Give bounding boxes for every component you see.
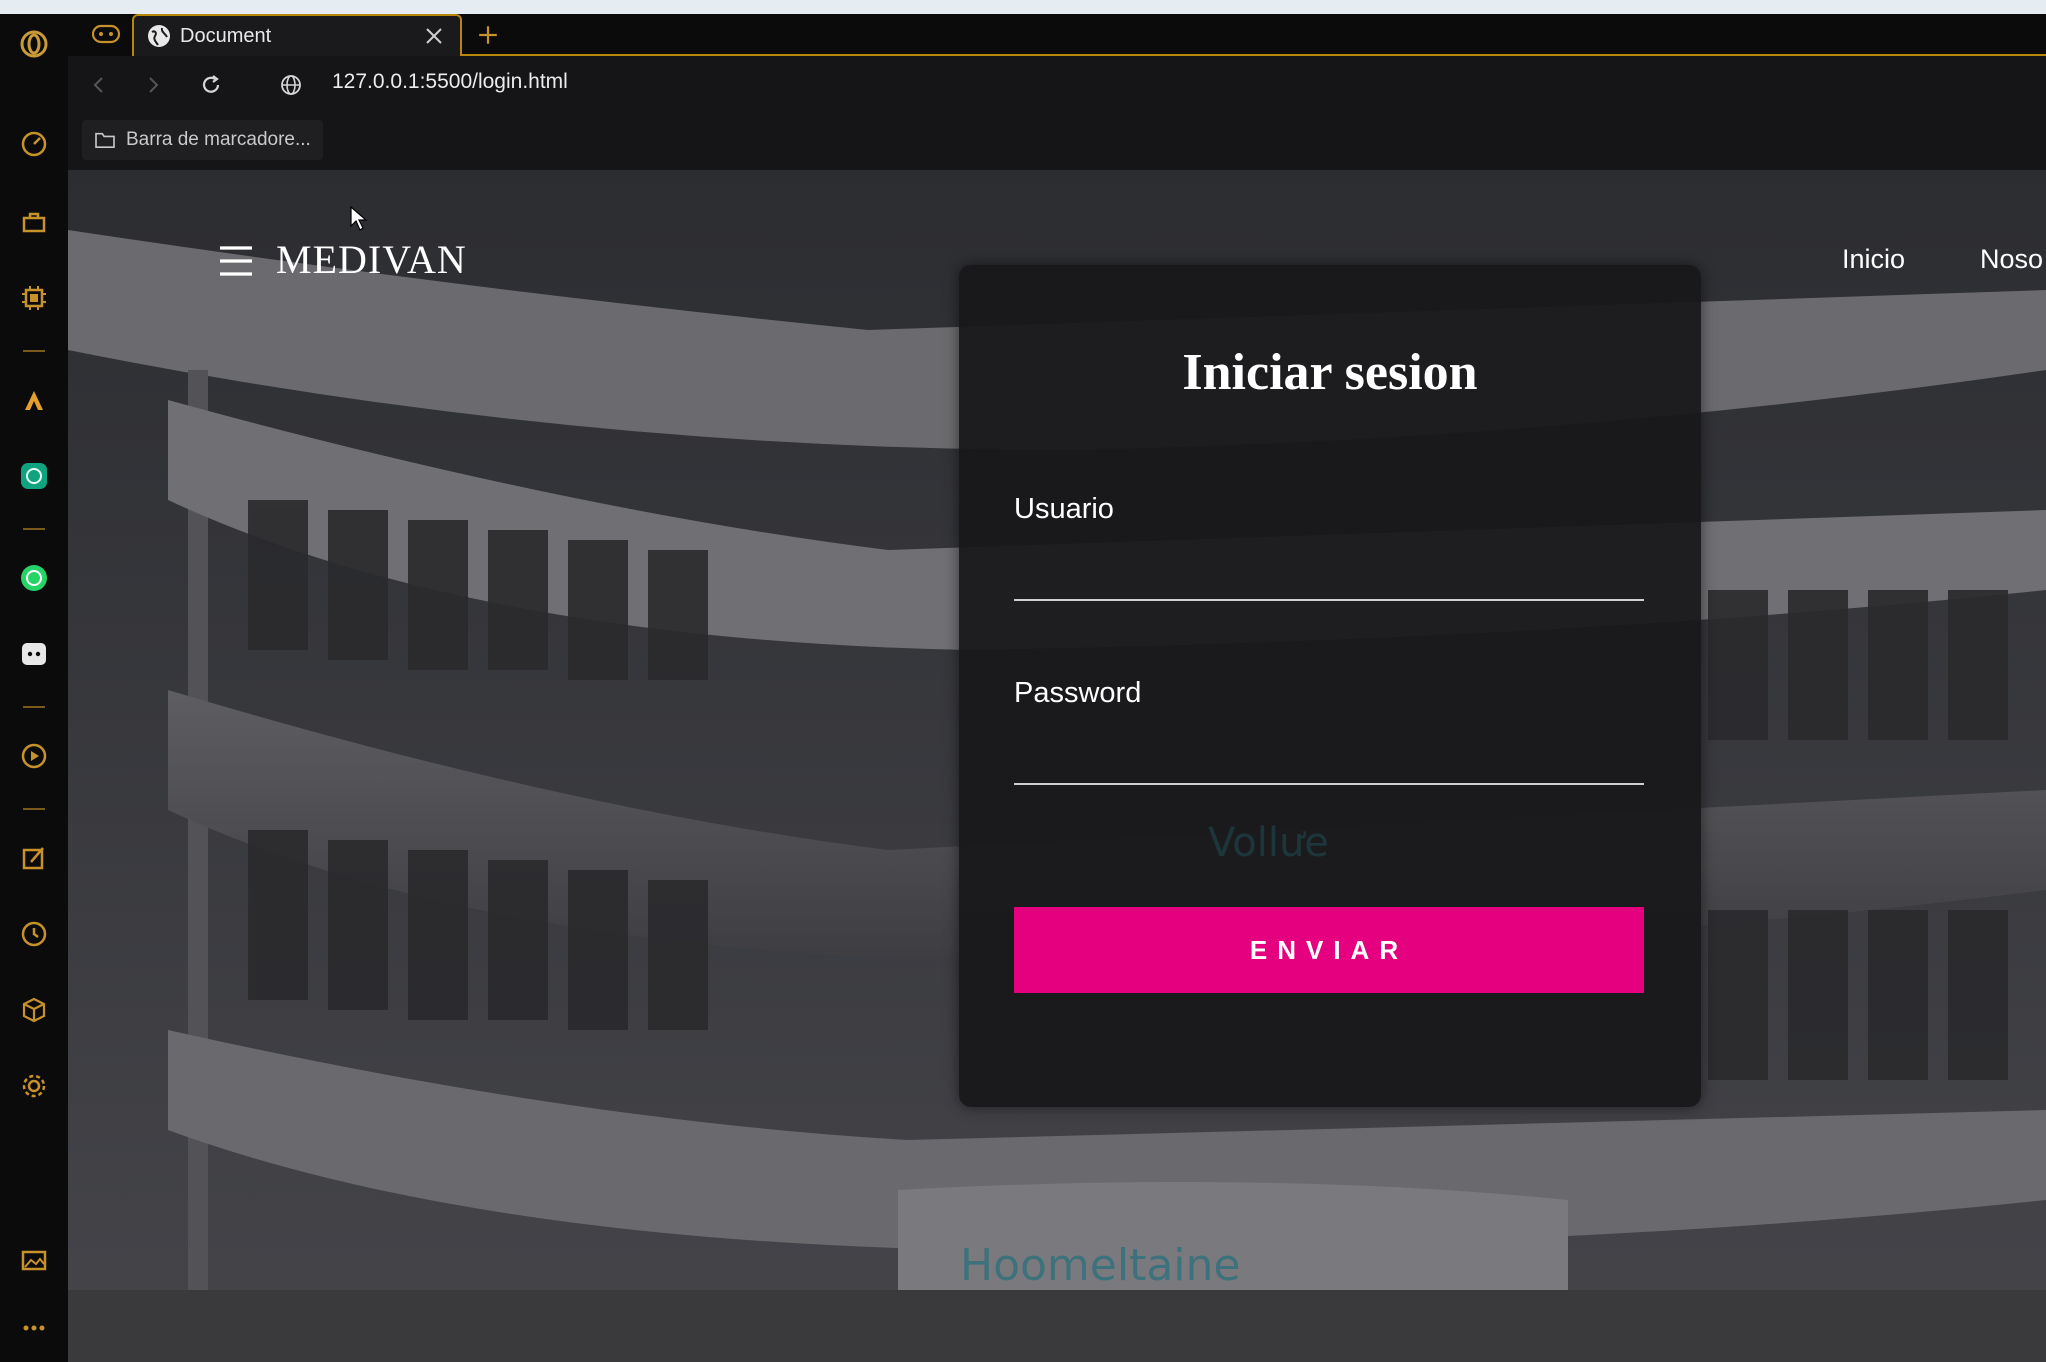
back-icon[interactable]	[82, 68, 116, 102]
background-sign-upper: Vollưe	[1208, 820, 1329, 866]
nav-link-inicio[interactable]: Inicio	[1842, 244, 1905, 275]
briefcase-icon[interactable]	[16, 204, 52, 240]
settings-icon[interactable]	[16, 1068, 52, 1104]
tab-title: Document	[180, 24, 272, 47]
folder-icon	[95, 132, 115, 149]
gx-control-icon[interactable]	[80, 18, 132, 50]
address-bar: 127.0.0.1:5500/login.html	[68, 56, 2046, 112]
bookmarks-bar: Barra de marcadore...	[68, 112, 2046, 170]
history-icon[interactable]	[16, 916, 52, 952]
reload-icon[interactable]	[194, 68, 228, 102]
tab-strip: Document	[68, 14, 2046, 56]
browser-sidebar	[0, 14, 69, 1362]
url-text[interactable]: 127.0.0.1:5500/login.html	[332, 70, 568, 94]
close-tab-icon[interactable]	[420, 22, 448, 50]
web-page: Hoomeltaine Vollưe MEDIVAN Inicio Noso I…	[68, 170, 2046, 1362]
login-title: Iniciar sesion	[1182, 344, 1478, 401]
cpu-icon[interactable]	[16, 280, 52, 316]
browser-window: Document 127.0.0.1:5500/login.html Barra	[0, 14, 2046, 1362]
bookmarks-folder[interactable]: Barra de marcadore...	[82, 120, 323, 160]
opera-logo-icon[interactable]	[16, 26, 52, 62]
player-icon[interactable]	[16, 738, 52, 774]
sidebar-separator	[23, 528, 45, 530]
cube-icon[interactable]	[16, 992, 52, 1028]
site-info-globe-icon[interactable]	[274, 68, 308, 102]
bookmarks-folder-label: Barra de marcadore...	[126, 129, 311, 150]
submit-button[interactable]: ENVIAR	[1014, 907, 1644, 993]
pen-icon[interactable]	[16, 840, 52, 876]
more-icon[interactable]	[16, 1310, 52, 1346]
username-input[interactable]	[1014, 547, 1644, 601]
aria-icon[interactable]	[16, 382, 52, 418]
speed-dial-icon[interactable]	[16, 126, 52, 162]
discord-icon[interactable]	[16, 636, 52, 672]
tab-document[interactable]: Document	[132, 14, 462, 56]
sidebar-separator	[23, 706, 45, 708]
chatgpt-icon[interactable]	[16, 458, 52, 494]
password-input[interactable]	[1014, 731, 1644, 785]
globe-icon	[148, 25, 170, 47]
nav-link-nosotros[interactable]: Noso	[1980, 244, 2043, 275]
brand-logo-text[interactable]: MEDIVAN	[276, 236, 467, 283]
hamburger-menu-icon[interactable]	[218, 244, 254, 278]
sidebar-separator	[23, 350, 45, 352]
gallery-icon[interactable]	[16, 1242, 52, 1278]
password-label: Password	[1014, 677, 1142, 709]
mouse-cursor-icon	[350, 206, 368, 231]
background-sign-lower: Hoomeltaine	[960, 1240, 1241, 1291]
username-label: Usuario	[1014, 493, 1114, 525]
forward-icon[interactable]	[136, 68, 170, 102]
sidebar-separator	[23, 808, 45, 810]
login-card: Iniciar sesion Usuario Password ENVIAR	[959, 265, 1701, 1107]
new-tab-icon[interactable]	[470, 18, 506, 52]
whatsapp-icon[interactable]	[16, 560, 52, 596]
